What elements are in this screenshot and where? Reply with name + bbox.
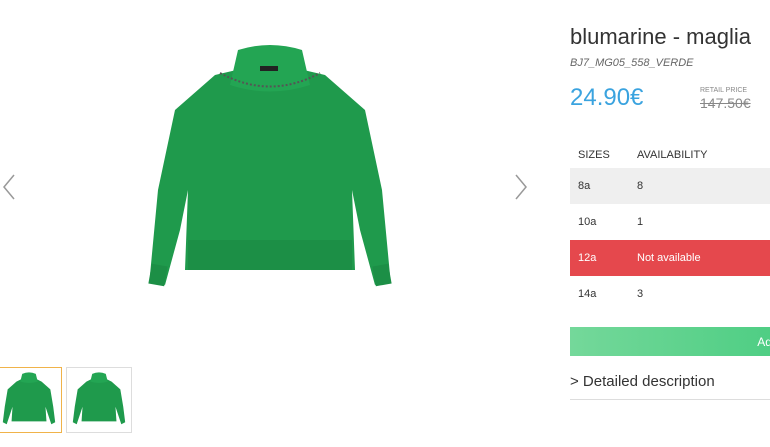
availability-value: Not available: [637, 252, 701, 264]
availability-value: 1: [637, 216, 644, 228]
size-table-header: SIZES AVAILABILITY: [570, 142, 770, 168]
size-value: 12a: [578, 252, 597, 264]
size-value: 10a: [578, 216, 597, 228]
availability-value: 3: [637, 288, 644, 300]
thumbnail-2[interactable]: [66, 367, 132, 433]
chevron-right-icon: [515, 174, 527, 200]
product-price: 24.90€: [570, 84, 644, 111]
add-to-cart-button[interactable]: Add to: [570, 327, 770, 356]
main-product-image: [120, 40, 420, 310]
add-to-cart-label: Add to: [757, 334, 770, 349]
prev-image-button[interactable]: [0, 170, 20, 204]
size-row[interactable]: 8a 8: [570, 168, 770, 204]
availability-value: 8: [637, 180, 644, 192]
size-row-unavailable[interactable]: 12a Not available: [570, 240, 770, 276]
product-sku: BJ7_MG05_558_VERDE: [570, 57, 694, 69]
size-header: SIZES: [578, 149, 610, 161]
size-value: 14a: [578, 288, 597, 300]
size-row[interactable]: 14a 3: [570, 276, 770, 312]
thumbnail-1[interactable]: [0, 367, 62, 433]
chevron-left-icon: [3, 174, 15, 200]
detailed-description-toggle[interactable]: > Detailed description: [570, 373, 770, 390]
product-gallery: [0, 0, 545, 447]
retail-price: 147.50€: [700, 95, 751, 111]
divider: [570, 399, 770, 400]
size-value: 8a: [578, 180, 591, 192]
retail-price-label: RETAIL PRICE: [700, 87, 748, 94]
product-info: blumarine - maglia BJ7_MG05_558_VERDE 24…: [570, 0, 770, 447]
availability-header: AVAILABILITY: [637, 149, 708, 161]
size-row[interactable]: 10a 1: [570, 204, 770, 240]
size-table: SIZES AVAILABILITY 8a 8 10a 1 12a Not av…: [570, 142, 770, 312]
product-title: blumarine - maglia: [570, 24, 751, 49]
next-image-button[interactable]: [510, 170, 530, 204]
